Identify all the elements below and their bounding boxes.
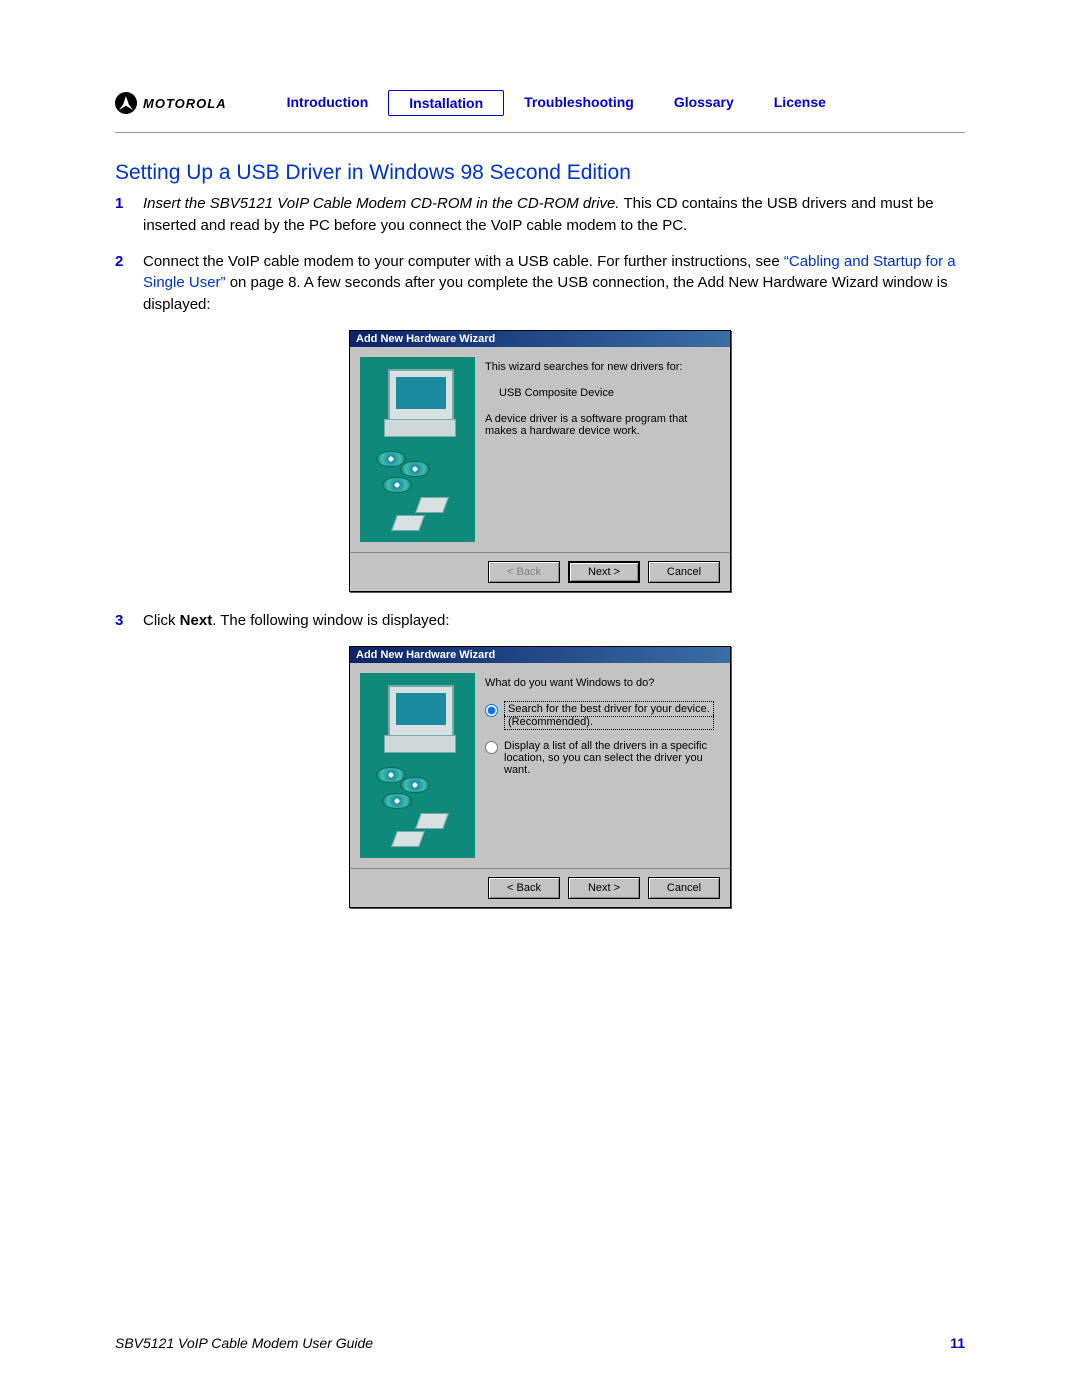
- nav-troubleshooting[interactable]: Troubleshooting: [504, 90, 654, 116]
- wizard-button-row: < Back Next > Cancel: [350, 868, 730, 907]
- section-title: Setting Up a USB Driver in Windows 98 Se…: [115, 161, 965, 185]
- wizard-content: This wizard searches for new drivers for…: [350, 347, 730, 552]
- step-body: Click Next. The following window is disp…: [143, 610, 965, 632]
- step-body: Connect the VoIP cable modem to your com…: [143, 251, 965, 316]
- step-2: 2 Connect the VoIP cable modem to your c…: [115, 251, 965, 316]
- step-number: 1: [115, 193, 143, 237]
- step-1: 1 Insert the SBV5121 VoIP Cable Modem CD…: [115, 193, 965, 237]
- step-body: Insert the SBV5121 VoIP Cable Modem CD-R…: [143, 193, 965, 237]
- radio-option-display-list[interactable]: Display a list of all the drivers in a s…: [485, 740, 720, 776]
- page-header: MOTOROLA Introduction Installation Troub…: [115, 90, 965, 116]
- step-3: 3 Click Next. The following window is di…: [115, 610, 965, 632]
- add-new-hardware-wizard-2: Add New Hardware Wizard What do you want…: [349, 646, 731, 908]
- steps-list: 1 Insert the SBV5121 VoIP Cable Modem CD…: [115, 193, 965, 316]
- wizard-titlebar: Add New Hardware Wizard: [350, 331, 730, 347]
- top-nav: Introduction Installation Troubleshootin…: [267, 90, 846, 116]
- motorola-logo-icon: [115, 92, 137, 114]
- document-page: MOTOROLA Introduction Installation Troub…: [0, 0, 1080, 1397]
- radio-option-recommended[interactable]: Search for the best driver for your devi…: [485, 703, 720, 730]
- wizard-content: What do you want Windows to do? Search f…: [350, 663, 730, 868]
- brand-logo: MOTOROLA: [115, 92, 227, 114]
- add-new-hardware-wizard-1: Add New Hardware Wizard This wizard sear…: [349, 330, 731, 592]
- wizard-button-row: < Back Next > Cancel: [350, 552, 730, 591]
- wizard-2-figure: Add New Hardware Wizard What do you want…: [115, 646, 965, 908]
- wizard-side-illustration: [360, 673, 475, 858]
- next-button[interactable]: Next >: [568, 877, 640, 899]
- wizard-titlebar: Add New Hardware Wizard: [350, 647, 730, 663]
- nav-introduction[interactable]: Introduction: [267, 90, 389, 116]
- step-number: 3: [115, 610, 143, 632]
- wizard-1-figure: Add New Hardware Wizard This wizard sear…: [115, 330, 965, 592]
- page-footer: SBV5121 VoIP Cable Modem User Guide 11: [115, 1335, 965, 1351]
- next-button[interactable]: Next >: [568, 561, 640, 583]
- wizard-side-illustration: [360, 357, 475, 542]
- footer-page-number: 11: [950, 1335, 965, 1351]
- steps-list-continued: 3 Click Next. The following window is di…: [115, 610, 965, 632]
- nav-glossary[interactable]: Glossary: [654, 90, 754, 116]
- header-divider: [115, 132, 965, 133]
- footer-doc-title: SBV5121 VoIP Cable Modem User Guide: [115, 1335, 373, 1351]
- nav-installation[interactable]: Installation: [388, 90, 504, 116]
- wizard-text: This wizard searches for new drivers for…: [485, 357, 720, 542]
- brand-name: MOTOROLA: [143, 96, 227, 111]
- back-button[interactable]: < Back: [488, 877, 560, 899]
- back-button: < Back: [488, 561, 560, 583]
- nav-license[interactable]: License: [754, 90, 846, 116]
- cancel-button[interactable]: Cancel: [648, 877, 720, 899]
- cancel-button[interactable]: Cancel: [648, 561, 720, 583]
- step-number: 2: [115, 251, 143, 316]
- wizard-text: What do you want Windows to do? Search f…: [485, 673, 720, 858]
- radio-search-best[interactable]: [485, 704, 498, 717]
- radio-display-list[interactable]: [485, 741, 498, 754]
